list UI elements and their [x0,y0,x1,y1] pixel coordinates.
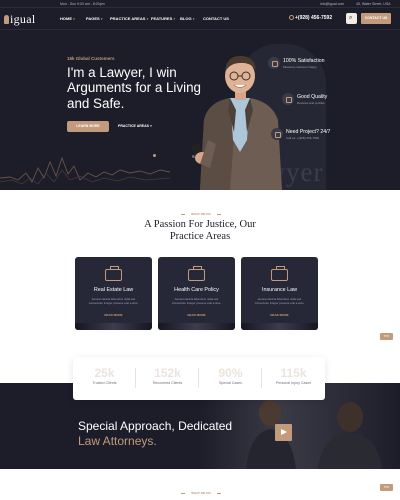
hero-wave-decoration [0,156,170,185]
practice-card-real-estate[interactable]: Real Estate Law Aenean lacinia bibendum … [75,257,152,330]
nav-features[interactable]: FEATURES▾ [151,16,175,21]
practice-card-insurance[interactable]: Insurance Law Aenean lacinia bibendum nu… [241,257,318,330]
phone-number: +(928) 456-7592 [295,15,333,21]
read-more-link[interactable]: READ MORE [75,313,152,317]
feature-title: Good Quality [297,94,328,100]
feature-subtitle: Measure customer happy [283,65,317,69]
section-tag: WHAT WE DO [178,490,224,497]
office-address: 45, Water Street, USA [356,2,391,6]
stat-recovered-clients: 152k Recovered Clients [136,357,199,400]
feature-subtitle: Reviews and profiles [297,101,325,105]
nav-practice-areas[interactable]: PRACTICE AREAS▾ [110,16,148,21]
special-title-line: Special Approach, Dedicated [78,419,233,433]
section-title: A Passion For Justice, Our Practice Area… [110,219,290,242]
feature-title: Need Project? 24/7 [286,129,331,135]
search-button[interactable]: ⌕ [346,13,357,24]
card-title: Insurance Law [261,287,298,293]
card-footer-image [158,323,235,330]
stat-label: Recovered Clients [152,381,183,385]
chevron-down-icon: ▾ [73,17,75,21]
site-logo[interactable]: igual [4,12,36,27]
nav-home[interactable]: HOME▾ [60,16,75,21]
opening-hours: Mon - Sun 9:00 am - 8:00pm [60,2,105,6]
briefcase-icon [105,266,122,281]
site-header: igual HOME▾ PAGES▾ PRACTICE AREAS▾ FEATU… [0,8,400,30]
special-approach-title: Special Approach, Dedicated Law Attorney… [78,419,232,448]
page: Mon - Sun 9:00 am - 8:00pm info@igual.co… [0,0,400,500]
scroll-top-button[interactable]: TOP [380,484,393,491]
stat-value: 90% [218,366,243,380]
chevron-down-icon: ▾ [100,17,103,21]
decor-dot [153,154,156,157]
stat-label: Personal Injury Cases [275,381,312,385]
header-phone[interactable]: +(928) 456-7592 [289,15,332,21]
search-icon: ⌕ [349,15,353,21]
nav-blog[interactable]: BLOG▾ [180,16,194,21]
stat-value: 115k [280,366,307,380]
card-title: Real Estate Law [93,287,134,293]
stat-label: Special Cases [219,381,242,385]
feature-title: 100% Satisfaction [283,58,325,64]
chevron-down-icon: ▾ [146,17,148,21]
practice-areas-link[interactable]: PRACTICE AREAS » [118,124,152,128]
card-description: Aenean lacinia bibendum nulla sed consec… [171,297,222,305]
stat-label: Trusted Clients [92,381,117,385]
thumbs-up-icon [282,93,294,105]
section-tag: WHAT WE DO [178,211,224,218]
read-more-link[interactable]: READ MORE [158,313,235,317]
special-title-accent: Law Attorneys. [78,433,157,448]
card-description: Aenean lacinia bibendum nulla sed consec… [254,297,305,305]
logo-text: igual [10,12,36,26]
contact-email[interactable]: info@igual.com [320,2,344,6]
stats-bar: 25k Trusted Clients 152k Recovered Clien… [73,357,325,400]
scales-logo-icon [4,15,9,24]
stat-value: 152k [154,366,181,380]
play-video-button[interactable] [275,424,292,441]
card-footer-image [241,323,318,330]
feature-subtitle: Call us: +(928) 456-7592 [286,136,320,140]
read-more-link[interactable]: READ MORE [241,313,318,317]
learn-more-button[interactable]: LEARN MORE [67,121,109,132]
practice-card-health-care[interactable]: Health Care Policy Aenean lacinia bibend… [158,257,235,330]
contact-us-button[interactable]: CONTACT US [361,13,391,24]
briefcase-icon [188,266,205,281]
top-info-bar: Mon - Sun 9:00 am - 8:00pm info@igual.co… [0,0,400,8]
stat-personal-injury: 115k Personal Injury Cases [262,357,325,400]
stat-special-cases: 90% Special Cases [199,357,262,400]
stat-trusted-clients: 25k Trusted Clients [73,357,136,400]
stat-value: 25k [94,366,115,380]
section-title-line: A Passion For Justice, Our [144,219,256,230]
nav-pages[interactable]: PAGES▾ [86,16,102,21]
scroll-top-button[interactable]: TOP [380,333,393,340]
chevron-down-icon: ▾ [192,17,195,21]
section-title-line: Practice Areas [169,230,231,242]
phone-icon [271,128,283,140]
shield-icon [268,57,280,69]
chevron-down-icon: ▾ [173,17,175,21]
phone-icon [289,15,294,20]
nav-contact-us[interactable]: CONTACT US [203,16,229,21]
card-description: Aenean lacinia bibendum nulla sed consec… [88,297,139,305]
briefcase-icon [271,266,288,281]
hero-eyebrow: 15k Global Customers [67,56,115,61]
hero-section: Lawyer 15k Global Customers I'm a Lawyer… [0,30,400,190]
card-title: Health Care Policy [174,287,219,293]
card-footer-image [75,323,152,330]
